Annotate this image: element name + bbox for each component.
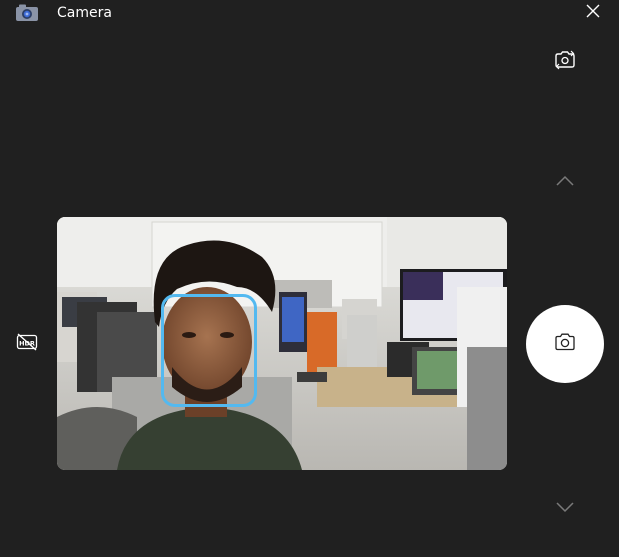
close-button[interactable] — [581, 0, 605, 24]
camera-window: Camera HDR — [0, 0, 619, 557]
window-title: Camera — [57, 5, 112, 21]
take-photo-button[interactable] — [526, 305, 604, 383]
switch-camera-button[interactable] — [552, 50, 578, 74]
camera-preview — [57, 217, 507, 470]
hdr-off-icon: HDR — [16, 332, 38, 356]
close-icon — [586, 3, 600, 22]
camera-shutter-icon — [554, 333, 576, 355]
switch-camera-icon — [554, 50, 576, 74]
title-bar: Camera — [0, 0, 619, 26]
scroll-down-button[interactable] — [553, 498, 577, 516]
face-detection-box — [161, 294, 257, 407]
hdr-toggle-button[interactable]: HDR — [15, 333, 39, 355]
scroll-up-button[interactable] — [553, 172, 577, 190]
chevron-down-icon — [555, 498, 575, 517]
camera-app-icon — [16, 4, 38, 21]
preview-scene — [57, 217, 507, 470]
chevron-up-icon — [555, 172, 575, 191]
